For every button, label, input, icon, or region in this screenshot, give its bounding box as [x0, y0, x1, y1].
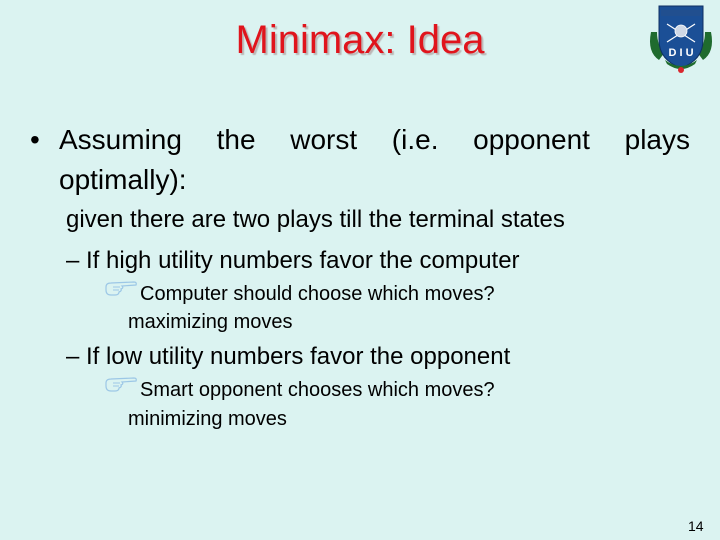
sub-point-2-answer: minimizing moves [128, 408, 287, 430]
logo-text: D I U [668, 47, 693, 59]
sub-point-1-question: Computer should choose which moves? [140, 283, 495, 305]
main-bullet: • Assuming the worst (i.e. opponent play… [30, 120, 690, 200]
diu-logo-icon: D I U [650, 5, 712, 73]
sub-point-2-question: Smart opponent chooses which moves? [140, 379, 495, 401]
sub-point-2: – If low utility numbers favor the oppon… [66, 343, 511, 370]
pointing-hand-icon [105, 377, 137, 392]
bullet-symbol: • [30, 124, 40, 155]
sub-point-1: – If high utility numbers favor the comp… [66, 247, 520, 274]
slide-title: Minimax: Idea [235, 18, 485, 62]
sub-point-1-answer: maximizing moves [128, 311, 293, 333]
pointing-hand-icon [105, 281, 137, 296]
intro-line: given there are two plays till the termi… [66, 206, 565, 233]
page-number: 14 [688, 518, 704, 534]
main-bullet-text: Assuming the worst (i.e. opponent plays … [59, 124, 690, 195]
